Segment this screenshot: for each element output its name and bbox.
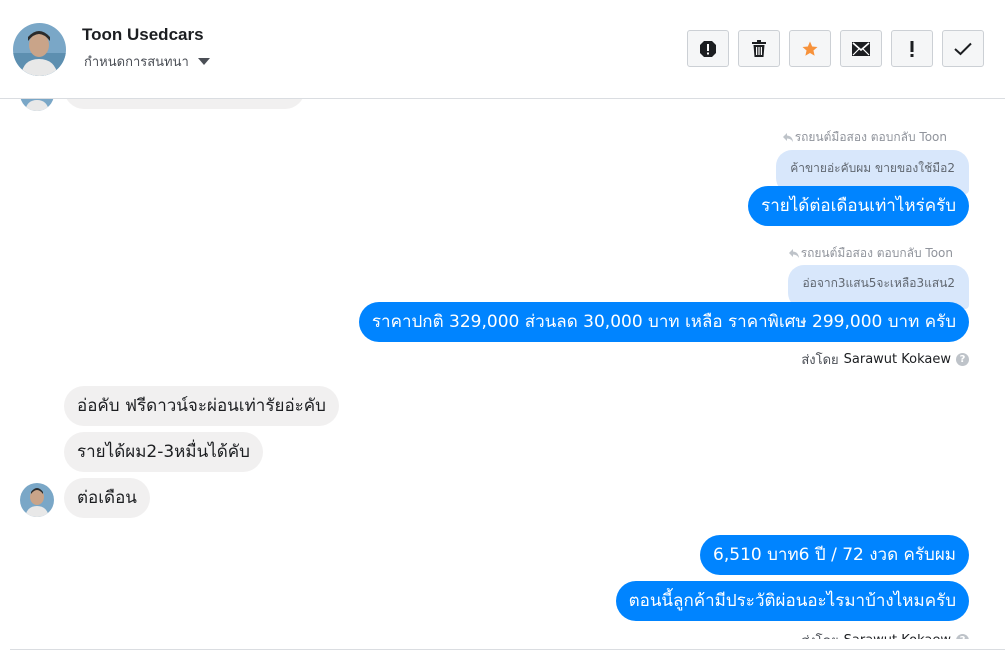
message-thread[interactable]: รถยนต์มือสอง ตอบกลับ Toon ค้าขายอ่ะคับผม…	[0, 99, 1005, 639]
contact-avatar[interactable]	[13, 23, 66, 76]
report-spam-button[interactable]	[687, 30, 729, 67]
conversation-settings-label: กำหนดการสนทนา	[84, 55, 189, 70]
incoming-message-bubble[interactable]: รายได้ผม2-3หมื่นได้คับ	[64, 432, 263, 472]
sent-by-name[interactable]: Sarawut Kokaew	[844, 352, 951, 367]
delete-button[interactable]	[738, 30, 780, 67]
incoming-message-bubble[interactable]: อ่อคับ ฟรีดาวน์จะผ่อนเท่ารัยอ่ะคับ	[64, 386, 339, 426]
outgoing-message-bubble[interactable]: 6,510 บาท6 ปี / 72 งวด ครับผม	[700, 535, 969, 575]
conversation-header: Toon Usedcars กำหนดการสนทนา	[0, 0, 1005, 99]
contact-message-avatar[interactable]	[20, 483, 54, 517]
sent-by-label: ส่งโดย Sarawut Kokaew ?	[801, 349, 969, 370]
reply-meta-text: รถยนต์มือสอง ตอบกลับ Toon	[794, 130, 947, 144]
sent-by-name[interactable]: Sarawut Kokaew	[844, 633, 951, 639]
help-icon[interactable]: ?	[956, 634, 969, 639]
conversation-toolbar	[687, 30, 984, 67]
sent-by-prefix: ส่งโดย	[801, 353, 839, 368]
envelope-icon	[852, 41, 870, 56]
reply-arrow-icon	[788, 249, 799, 258]
reply-arrow-icon	[782, 133, 793, 142]
star-button[interactable]	[789, 30, 831, 67]
outgoing-message-bubble[interactable]: ราคาปกติ 329,000 ส่วนลด 30,000 บาท เหลือ…	[358, 302, 969, 342]
star-icon	[802, 41, 818, 56]
sent-by-label: ส่งโดย Sarawut Kokaew ?	[801, 630, 969, 639]
check-icon	[954, 42, 972, 55]
help-icon[interactable]: ?	[956, 353, 969, 366]
trash-icon	[752, 39, 766, 57]
outgoing-message-bubble[interactable]: ตอนนี้ลูกค้ามีประวัติผ่อนอะไรมาบ้างไหมคร…	[615, 581, 969, 621]
mark-done-button[interactable]	[942, 30, 984, 67]
reply-meta-text: รถยนต์มือสอง ตอบกลับ Toon	[800, 246, 953, 260]
message-composer[interactable]	[10, 649, 1005, 654]
contact-name[interactable]: Toon Usedcars	[82, 25, 204, 45]
reply-meta: รถยนต์มือสอง ตอบกลับ Toon	[788, 244, 953, 263]
conversation-settings-dropdown[interactable]: กำหนดการสนทนา	[84, 51, 210, 72]
outgoing-message-bubble[interactable]: รายได้ต่อเดือนเท่าไหร่ครับ	[748, 186, 969, 226]
exclamation-icon	[910, 40, 914, 57]
mark-unread-button[interactable]	[840, 30, 882, 67]
follow-up-button[interactable]	[891, 30, 933, 67]
exclamation-circle-icon	[700, 40, 716, 57]
incoming-message-bubble[interactable]: ต่อเดือน	[64, 478, 150, 518]
contact-message-avatar[interactable]	[20, 99, 54, 111]
incoming-message-bubble[interactable]	[64, 99, 305, 109]
sent-by-prefix: ส่งโดย	[801, 630, 838, 639]
reply-meta: รถยนต์มือสอง ตอบกลับ Toon	[782, 128, 947, 147]
caret-down-icon	[197, 58, 210, 65]
